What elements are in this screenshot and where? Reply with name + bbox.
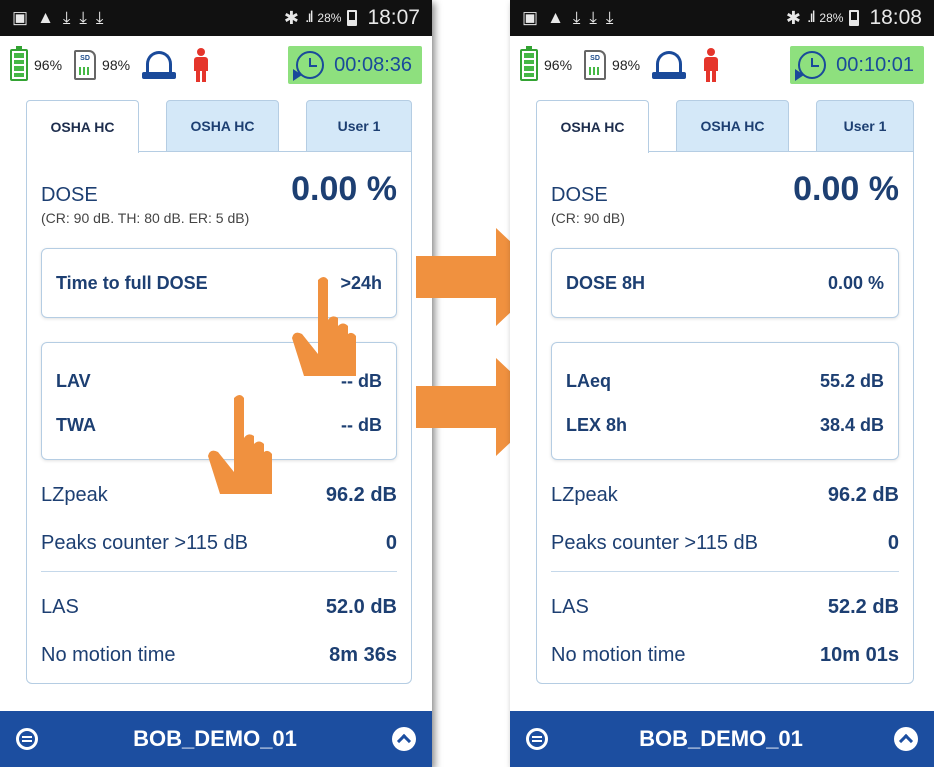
battery-percent: 28% bbox=[317, 11, 342, 25]
no-motion-label: No motion time bbox=[551, 644, 686, 666]
tap-hand-icon bbox=[290, 272, 360, 382]
tab-osha-hc-2[interactable]: OSHA HC bbox=[166, 100, 279, 152]
lex-8h-value: 38.4 dB bbox=[819, 415, 884, 435]
device-logo-icon[interactable] bbox=[526, 728, 548, 750]
battery-status-icon bbox=[849, 10, 860, 26]
lzpeak-label: LZpeak bbox=[41, 484, 108, 506]
level-box[interactable]: LAeq 55.2 dB LEX 8h 38.4 dB bbox=[551, 342, 899, 460]
image-notification-icon: ▣ bbox=[522, 8, 539, 27]
image-notification-icon: ▣ bbox=[12, 8, 29, 27]
warning-notification-icon: ▲ bbox=[37, 8, 54, 27]
measurement-panel: DOSE (CR: 90 dB) 0.00 % DOSE 8H 0.00 % L… bbox=[536, 151, 914, 684]
chevron-up-icon[interactable] bbox=[894, 727, 918, 751]
las-label: LAS bbox=[551, 596, 589, 618]
download-notification-icon: ⤓ bbox=[589, 8, 597, 27]
battery-percent: 28% bbox=[819, 11, 844, 25]
device-logo-icon[interactable] bbox=[16, 728, 38, 750]
download-notification-icon: ⤓ bbox=[62, 8, 71, 27]
no-motion-value: 10m 01s bbox=[820, 644, 899, 666]
laeq-label: LAeq bbox=[566, 371, 611, 391]
run-timer-value: 00:10:01 bbox=[836, 53, 914, 76]
dose-value: 0.00 % bbox=[291, 170, 397, 208]
device-name: BOB_DEMO_01 bbox=[639, 726, 803, 751]
clock-time: 18:08 bbox=[869, 6, 922, 29]
peaks-counter-value: 0 bbox=[385, 532, 397, 554]
twa-value: -- dB bbox=[341, 415, 382, 435]
download-notification-icon: ⤓ bbox=[79, 8, 87, 27]
dose-label: DOSE bbox=[41, 184, 98, 206]
download-notification-icon: ⤓ bbox=[605, 8, 614, 27]
run-timer[interactable]: 00:10:01 bbox=[790, 46, 924, 84]
bluetooth-icon: ✱ bbox=[785, 7, 801, 28]
peaks-counter-label: Peaks counter >115 dB bbox=[551, 532, 758, 554]
bottom-bar: BOB_DEMO_01 bbox=[0, 711, 432, 767]
clock-play-icon bbox=[795, 51, 827, 81]
battery-icon bbox=[520, 46, 538, 81]
sd-card-icon: SD bbox=[74, 50, 97, 80]
dome-sensor-icon bbox=[652, 51, 687, 79]
battery-level: 96% bbox=[544, 57, 573, 73]
battery-icon bbox=[10, 46, 28, 81]
battery-level: 96% bbox=[34, 57, 63, 73]
tab-osha-hc-2[interactable]: OSHA HC bbox=[676, 100, 789, 152]
person-icon bbox=[190, 48, 212, 82]
lzpeak-value: 96.2 dB bbox=[827, 484, 899, 506]
tap-hand-icon bbox=[206, 390, 276, 500]
device-name: BOB_DEMO_01 bbox=[133, 726, 297, 751]
divider bbox=[41, 571, 397, 572]
las-label: LAS bbox=[41, 596, 79, 618]
dose-8h-label: DOSE 8H bbox=[566, 273, 646, 293]
person-icon bbox=[700, 48, 722, 82]
chevron-up-icon[interactable] bbox=[392, 727, 416, 751]
tab-user-1[interactable]: User 1 bbox=[306, 100, 412, 152]
device-info-bar: 96% SD 98% 00:10:01 bbox=[510, 38, 934, 92]
time-to-dose-label: Time to full DOSE bbox=[56, 273, 208, 293]
tab-osha-hc-1[interactable]: OSHA HC bbox=[26, 100, 139, 153]
lex-8h-label: LEX 8h bbox=[566, 415, 628, 435]
laeq-value: 55.2 dB bbox=[819, 371, 884, 391]
dose-label: DOSE bbox=[551, 184, 608, 206]
lav-label: LAV bbox=[56, 371, 91, 391]
tab-osha-hc-1[interactable]: OSHA HC bbox=[536, 100, 649, 153]
device-info-bar: 96% SD 98% 00:08:36 bbox=[0, 38, 432, 92]
dose-parameters: (CR: 90 dB. TH: 80 dB. ER: 5 dB) bbox=[41, 210, 250, 226]
download-notification-icon: ⤓ bbox=[572, 8, 581, 27]
download-notification-icon: ⤓ bbox=[95, 8, 104, 27]
phone-screen-before: ▣ ▲ ⤓ ⤓ ⤓ ✱ .ıl 28% 18:07 96% SD 98% 00:… bbox=[0, 0, 432, 767]
tab-user-1[interactable]: User 1 bbox=[816, 100, 914, 152]
peaks-counter-value: 0 bbox=[887, 532, 899, 554]
twa-label: TWA bbox=[56, 415, 96, 435]
signal-icon: .ıl bbox=[806, 9, 816, 26]
profile-tabs: OSHA HC OSHA HC User 1 bbox=[536, 100, 914, 153]
lzpeak-label: LZpeak bbox=[551, 484, 618, 506]
sd-card-level: 98% bbox=[612, 57, 641, 73]
bluetooth-icon: ✱ bbox=[283, 7, 299, 28]
clock-play-icon bbox=[293, 51, 325, 81]
sd-card-level: 98% bbox=[102, 57, 131, 73]
phone-screen-after: ▣ ▲ ⤓ ⤓ ⤓ ✱ .ıl 28% 18:08 96% SD 98% 00:… bbox=[510, 0, 934, 767]
dose-8h-box[interactable]: DOSE 8H 0.00 % bbox=[551, 248, 899, 318]
warning-notification-icon: ▲ bbox=[547, 8, 564, 27]
no-motion-label: No motion time bbox=[41, 644, 176, 666]
dose-8h-value: 0.00 % bbox=[827, 273, 884, 293]
dose-parameters: (CR: 90 dB) bbox=[551, 210, 625, 226]
clock-time: 18:07 bbox=[367, 6, 420, 29]
no-motion-value: 8m 36s bbox=[329, 644, 397, 666]
lzpeak-value: 96.2 dB bbox=[325, 484, 397, 506]
divider bbox=[551, 571, 899, 572]
battery-status-icon bbox=[347, 10, 358, 26]
dose-value: 0.00 % bbox=[793, 170, 899, 208]
run-timer[interactable]: 00:08:36 bbox=[288, 46, 422, 84]
bottom-bar: BOB_DEMO_01 bbox=[510, 711, 934, 767]
status-bar: ▣ ▲ ⤓ ⤓ ⤓ ✱ .ıl 28% 18:08 bbox=[510, 0, 934, 36]
dome-sensor-icon bbox=[142, 51, 177, 79]
profile-tabs: OSHA HC OSHA HC User 1 bbox=[26, 100, 412, 153]
run-timer-value: 00:08:36 bbox=[334, 53, 412, 76]
las-value: 52.0 dB bbox=[325, 596, 397, 618]
las-value: 52.2 dB bbox=[827, 596, 899, 618]
peaks-counter-label: Peaks counter >115 dB bbox=[41, 532, 248, 554]
sd-card-icon: SD bbox=[584, 50, 607, 80]
signal-icon: .ıl bbox=[304, 9, 314, 26]
status-bar: ▣ ▲ ⤓ ⤓ ⤓ ✱ .ıl 28% 18:07 bbox=[0, 0, 432, 36]
